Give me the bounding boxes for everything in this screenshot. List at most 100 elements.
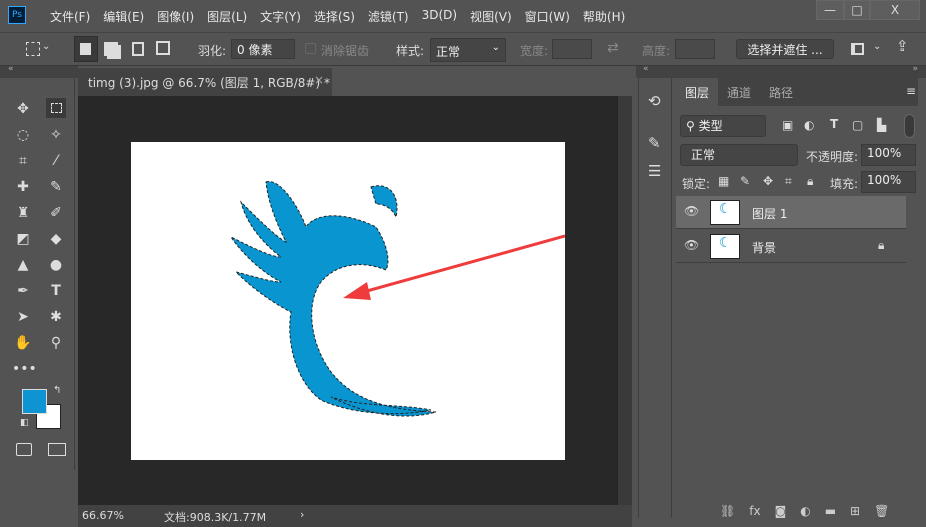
zoom-tool-icon[interactable]: ⚲ [45, 332, 67, 354]
layer-row-background[interactable]: 👁︎ ☾ 背景 🔒︎ [676, 230, 906, 263]
style-select[interactable]: 正常 ⌄ [430, 38, 506, 62]
status-menu-arrow[interactable]: › [300, 508, 304, 521]
maximize-button[interactable]: □ [844, 0, 870, 20]
lock-artboard-icon[interactable]: ⌗ [785, 174, 792, 189]
adjustment-filter-icon[interactable]: ◐ [804, 118, 814, 132]
layer-row-layer-1[interactable]: 👁︎ ☾ 图层 1 [676, 196, 906, 229]
share-icon[interactable]: ⇪ [896, 37, 909, 55]
visibility-eye-icon[interactable]: 👁︎ [684, 204, 699, 218]
menu-image[interactable]: 图像(I) [157, 8, 194, 25]
intersect-selection-icon[interactable] [156, 41, 170, 55]
swap-colors-icon[interactable]: ↰ [53, 385, 61, 396]
custom-shape-icon[interactable]: ✱ [45, 306, 67, 328]
document-canvas[interactable] [131, 142, 565, 460]
hand-tool-icon[interactable]: ✋ [12, 332, 34, 354]
menu-filter[interactable]: 滤镜(T) [368, 8, 409, 25]
menu-select[interactable]: 选择(S) [314, 8, 355, 25]
brush-settings-icon[interactable]: ✎ [648, 134, 661, 152]
menu-edit[interactable]: 编辑(E) [103, 8, 144, 25]
fill-input[interactable]: 100% [861, 171, 916, 193]
clone-stamp-icon[interactable]: ♜ [12, 202, 34, 224]
menu-view[interactable]: 视图(V) [470, 8, 512, 25]
menu-layer[interactable]: 图层(L) [207, 8, 247, 25]
chevron-down-icon[interactable]: ⌄ [873, 41, 881, 52]
add-mask-icon[interactable]: ◙ [775, 504, 787, 518]
zoom-level[interactable]: 66.67% [82, 509, 124, 522]
healing-brush-icon[interactable]: ✚ [12, 176, 34, 198]
panel-menu-icon[interactable]: ≡ [906, 84, 916, 98]
add-selection-icon[interactable] [104, 42, 118, 56]
panel-collapse-strip[interactable]: «» [636, 64, 926, 78]
close-window-button[interactable]: X [870, 0, 920, 20]
lock-transparency-icon[interactable]: ▦ [718, 174, 729, 188]
adjustment-layer-icon[interactable]: ◐ [800, 504, 810, 518]
crop-tool-icon[interactable]: ⌗ [12, 150, 34, 172]
document-tab[interactable]: timg (3).jpg @ 66.7% (图层 1, RGB/8#) * × [78, 67, 332, 96]
close-tab-icon[interactable]: × [314, 73, 324, 87]
quick-mask-icon[interactable] [16, 443, 32, 456]
antialias-checkbox[interactable] [305, 43, 316, 54]
move-tool-icon[interactable]: ✥ [12, 98, 34, 120]
dodge-tool-icon[interactable]: ● [45, 254, 67, 276]
shape-filter-icon[interactable]: ▢ [852, 118, 863, 132]
pixel-filter-icon[interactable]: ▣ [782, 118, 793, 132]
path-selection-icon[interactable]: ➤ [12, 306, 34, 328]
menu-file[interactable]: 文件(F) [50, 8, 90, 25]
width-input[interactable] [552, 39, 592, 59]
tab-layers[interactable]: 图层 [676, 78, 719, 106]
link-layers-icon[interactable]: ⛓ [720, 504, 735, 518]
delete-layer-icon[interactable]: 🗑︎ [874, 504, 889, 518]
minimize-button[interactable]: — [816, 0, 844, 20]
height-input[interactable] [675, 39, 715, 59]
menu-window[interactable]: 窗口(W) [525, 8, 570, 25]
default-colors-icon[interactable]: ◧ [20, 418, 29, 428]
more-tools-icon[interactable]: ••• [12, 358, 37, 380]
select-and-mask-button[interactable]: 选择并遮住 ... [736, 39, 834, 59]
layer-name[interactable]: 图层 1 [752, 205, 787, 222]
lock-position-icon[interactable]: ✥ [763, 174, 773, 188]
layer-filter-select[interactable]: ⚲ 类型 [680, 115, 766, 137]
tab-channels[interactable]: 通道 [718, 78, 760, 106]
marquee-tool-preset-icon[interactable] [26, 42, 40, 56]
new-layer-icon[interactable]: ⊞ [850, 504, 860, 518]
feather-input[interactable]: 0 像素 [231, 39, 295, 59]
lock-pixels-icon[interactable]: ✎ [740, 174, 750, 188]
eraser-icon[interactable]: ◩ [12, 228, 34, 250]
type-tool-icon[interactable]: T [45, 280, 67, 302]
group-folder-icon[interactable]: ▬ [825, 504, 836, 518]
paint-bucket-icon[interactable]: ◆ [45, 228, 67, 250]
type-filter-icon[interactable]: T [830, 117, 838, 131]
layer-name[interactable]: 背景 [752, 239, 776, 256]
magic-wand-icon[interactable]: ✧ [45, 124, 67, 146]
history-panel-icon[interactable]: ⟲ [648, 92, 661, 110]
subtract-selection-icon[interactable] [132, 42, 144, 56]
eyedropper-icon[interactable]: ⁄ [45, 150, 67, 172]
brush-tool-icon[interactable]: ✎ [45, 176, 67, 198]
visibility-eye-icon[interactable]: 👁︎ [684, 238, 699, 252]
lock-all-icon[interactable]: 🔒︎ [807, 174, 813, 189]
tab-paths[interactable]: 路径 [760, 78, 802, 106]
foreground-color-swatch[interactable] [22, 389, 47, 414]
opacity-input[interactable]: 100% [861, 144, 916, 166]
filter-toggle[interactable] [904, 114, 915, 138]
menu-3d[interactable]: 3D(D) [422, 8, 457, 25]
workspace-icon[interactable] [851, 43, 864, 55]
blur-tool-icon[interactable]: ▲ [12, 254, 34, 276]
vertical-scrollbar[interactable] [618, 96, 632, 505]
menu-help[interactable]: 帮助(H) [583, 8, 625, 25]
smart-object-filter-icon[interactable]: ▙ [877, 118, 886, 132]
marquee-tool-icon[interactable] [45, 97, 67, 119]
chevron-down-icon[interactable]: ⌄ [42, 41, 50, 52]
toolbar-collapse-strip[interactable]: « [0, 64, 78, 78]
lasso-tool-icon[interactable]: ◌ [12, 124, 34, 146]
screen-mode-icon[interactable] [48, 443, 66, 456]
fx-icon[interactable]: fx [749, 504, 760, 518]
swap-icon[interactable]: ⇄ [607, 40, 619, 56]
history-brush-icon[interactable]: ✐ [45, 202, 67, 224]
menu-type[interactable]: 文字(Y) [260, 8, 301, 25]
pen-tool-icon[interactable]: ✒ [12, 280, 34, 302]
canvas-area[interactable] [78, 96, 632, 505]
new-selection-button[interactable] [74, 36, 98, 62]
blend-mode-select[interactable]: 正常 [680, 144, 798, 166]
adjustments-icon[interactable]: ☰ [648, 162, 661, 180]
